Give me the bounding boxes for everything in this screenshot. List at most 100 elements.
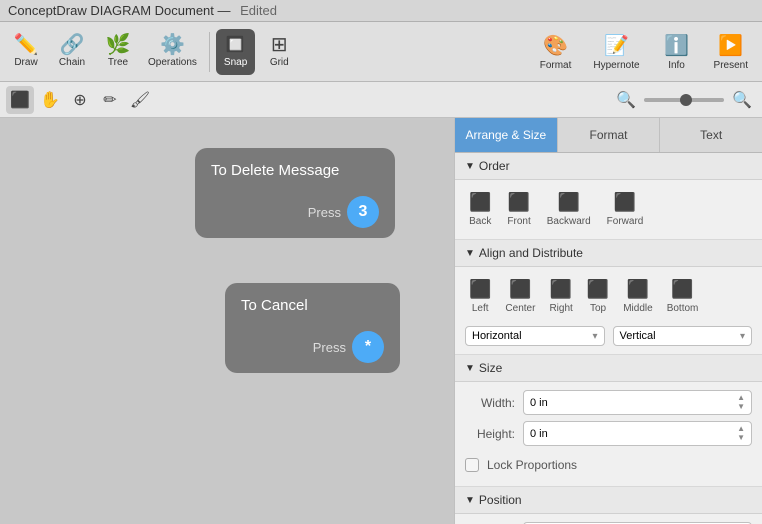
present-tool[interactable]: ▶️ Present [704, 25, 758, 79]
align-middle-button[interactable]: ⬛ Middle [619, 275, 656, 318]
order-label: Order [479, 159, 510, 173]
snap-tool[interactable]: 🔲 Snap [216, 29, 255, 75]
node2-footer: Press * [313, 331, 384, 363]
align-section-body: ⬛ Left ⬛ Center ⬛ Right ⬛ Top [455, 267, 762, 355]
height-label: Height: [465, 427, 515, 441]
chain-label: Chain [59, 57, 85, 68]
align-top-button[interactable]: ⬛ Top [583, 275, 613, 318]
format-icon: 🎨 [543, 33, 568, 58]
backward-icon: ⬛ [558, 192, 580, 213]
back-label: Back [469, 216, 491, 227]
vertical-label: Vertical [620, 330, 740, 342]
format-tool[interactable]: 🎨 Format [530, 25, 582, 79]
align-bottom-icon: ⬛ [671, 279, 693, 300]
panel-content: ▼ Order ⬛ Back ⬛ Front ⬛ Backward [455, 153, 762, 524]
width-label: Width: [465, 396, 515, 410]
hypernote-tool[interactable]: 📝 Hypernote [583, 25, 649, 79]
backward-button[interactable]: ⬛ Backward [543, 188, 595, 231]
draw-label: Draw [14, 57, 37, 68]
order-section-header[interactable]: ▼ Order [455, 153, 762, 180]
format-label: Format [540, 60, 572, 71]
position-section-header[interactable]: ▼ Position [455, 487, 762, 514]
size-section-body: Width: 0 in ▲ ▼ Height: 0 in ▲ [455, 382, 762, 487]
node-cancel[interactable]: To Cancel Press * [225, 283, 400, 373]
pencil-tool[interactable]: ✏ [96, 86, 124, 114]
forward-icon: ⬛ [614, 192, 636, 213]
panel-tabs: Arrange & Size Format Text [455, 118, 762, 153]
front-button[interactable]: ⬛ Front [503, 188, 534, 231]
zoom-slider[interactable] [644, 98, 724, 102]
hand-tool[interactable]: ✋ [36, 86, 64, 114]
node-delete-message[interactable]: To Delete Message Press 3 [195, 148, 395, 238]
align-left-button[interactable]: ⬛ Left [465, 275, 495, 318]
align-right-icon: ⬛ [550, 279, 572, 300]
select-tool[interactable]: ⬛ [6, 86, 34, 114]
align-right-button[interactable]: ⬛ Right [545, 275, 576, 318]
position-arrow: ▼ [465, 495, 475, 506]
chain-tool[interactable]: 🔗 Chain [50, 25, 94, 79]
lock-checkbox[interactable] [465, 458, 479, 472]
order-arrow: ▼ [465, 161, 475, 172]
vertical-arrow: ▾ [740, 331, 745, 342]
height-value: 0 in [530, 428, 737, 440]
tab-arrange[interactable]: Arrange & Size [455, 118, 558, 152]
node2-label: To Cancel [241, 297, 308, 314]
height-up[interactable]: ▲ [737, 425, 745, 433]
horizontal-arrow: ▾ [592, 331, 597, 342]
snap-label: Snap [224, 57, 247, 68]
tab-text[interactable]: Text [660, 118, 762, 152]
height-input[interactable]: 0 in ▲ ▼ [523, 421, 752, 446]
main-content: To Delete Message Press 3 To Cancel Pres… [0, 118, 762, 524]
draw-icon: ✏️ [14, 35, 39, 55]
width-down[interactable]: ▼ [737, 403, 745, 411]
order-section-body: ⬛ Back ⬛ Front ⬛ Backward ⬛ Forward [455, 180, 762, 240]
align-left-label: Left [472, 303, 489, 314]
align-center-button[interactable]: ⬛ Center [501, 275, 539, 318]
align-middle-label: Middle [623, 303, 652, 314]
paint-tool[interactable]: 🖌 [126, 86, 154, 114]
toolbar-right: 🎨 Format 📝 Hypernote ℹ️ Info ▶️ Present [530, 25, 758, 79]
height-stepper[interactable]: ▲ ▼ [737, 425, 745, 442]
height-down[interactable]: ▼ [737, 434, 745, 442]
tools-bar: ⬛ ✋ ⊕ ✏ 🖌 🔍 🔍 [0, 82, 762, 118]
width-row: Width: 0 in ▲ ▼ [465, 390, 752, 415]
draw-tool[interactable]: ✏️ Draw [4, 25, 48, 79]
align-top-icon: ⬛ [587, 279, 609, 300]
tab-format[interactable]: Format [558, 118, 661, 152]
align-center-label: Center [505, 303, 535, 314]
hypernote-icon: 📝 [604, 33, 629, 58]
width-value: 0 in [530, 397, 737, 409]
zoom-in-button[interactable]: 🔍 [728, 86, 756, 114]
grid-label: Grid [270, 57, 289, 68]
operations-tool[interactable]: ⚙️ Operations [142, 25, 203, 79]
zoom-control: 🔍 🔍 [612, 86, 756, 114]
distribute-dropdowns: Horizontal ▾ Vertical ▾ [465, 326, 752, 346]
width-up[interactable]: ▲ [737, 394, 745, 402]
tree-label: Tree [108, 57, 128, 68]
horizontal-dropdown[interactable]: Horizontal ▾ [465, 326, 605, 346]
size-arrow: ▼ [465, 363, 475, 374]
tree-tool[interactable]: 🌿 Tree [96, 25, 140, 79]
info-label: Info [668, 60, 685, 71]
back-icon: ⬛ [469, 192, 491, 213]
present-icon: ▶️ [718, 33, 743, 58]
position-section-body: X 0 in ▲ ▼ Y 0 in ▲ [455, 514, 762, 524]
align-section-header[interactable]: ▼ Align and Distribute [455, 240, 762, 267]
move-tool[interactable]: ⊕ [66, 86, 94, 114]
size-section-header[interactable]: ▼ Size [455, 355, 762, 382]
align-bottom-button[interactable]: ⬛ Bottom [663, 275, 703, 318]
grid-tool[interactable]: ⊞ Grid [257, 25, 301, 79]
titlebar: ConceptDraw DIAGRAM Document — Edited [0, 0, 762, 22]
back-button[interactable]: ⬛ Back [465, 188, 495, 231]
edited-label: Edited [240, 3, 277, 18]
snap-icon: 🔲 [226, 35, 246, 55]
width-stepper[interactable]: ▲ ▼ [737, 394, 745, 411]
info-tool[interactable]: ℹ️ Info [652, 25, 702, 79]
forward-button[interactable]: ⬛ Forward [603, 188, 648, 231]
vertical-dropdown[interactable]: Vertical ▾ [613, 326, 753, 346]
width-input[interactable]: 0 in ▲ ▼ [523, 390, 752, 415]
node1-label: To Delete Message [211, 162, 339, 179]
grid-icon: ⊞ [271, 35, 288, 55]
canvas[interactable]: To Delete Message Press 3 To Cancel Pres… [0, 118, 454, 524]
zoom-out-button[interactable]: 🔍 [612, 86, 640, 114]
